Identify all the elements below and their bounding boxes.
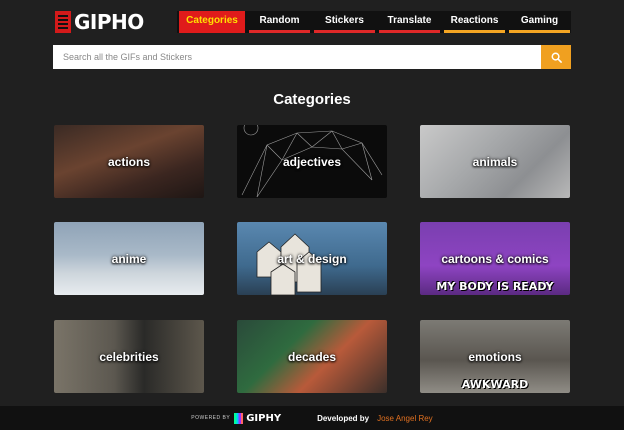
developer-link[interactable]: Jose Angel Rey [377,414,433,423]
search-bar [53,45,571,69]
category-card-decades[interactable]: decades [237,320,387,393]
category-label: adjectives [282,154,342,169]
nav-tabs: Categories Random Stickers Translate Rea… [177,11,571,33]
category-label: animals [472,154,518,169]
category-label: cartoons & comics [441,251,549,266]
footer: POWERED BY GIPHY Developed by Jose Angel… [0,406,624,430]
category-label: emotions [468,349,522,364]
category-label: anime [111,251,147,266]
search-button[interactable] [541,45,571,69]
giphy-brand: GIPHY [246,412,282,424]
search-icon [551,52,562,63]
category-label: art & design [277,251,347,266]
tab-stickers[interactable]: Stickers [314,11,375,33]
category-label: decades [287,349,337,364]
header: GIPHO Categories Random Stickers Transla… [0,0,624,44]
category-card-celebrities[interactable]: celebrities [54,320,204,393]
category-card-anime[interactable]: anime [54,222,204,295]
category-label: celebrities [99,349,159,364]
search-input[interactable] [53,45,541,69]
category-card-adjectives[interactable]: adjectives [237,125,387,198]
logo-icon [55,11,71,33]
powered-by-giphy[interactable]: POWERED BY GIPHY [191,412,282,424]
category-label: actions [107,154,150,169]
developed-by-label: Developed by [317,413,370,423]
gif-caption: AWKWARD [461,378,529,391]
tab-translate[interactable]: Translate [379,11,440,33]
category-card-art-design[interactable]: art & design [237,222,387,295]
page-title: Categories [273,91,351,108]
logo[interactable]: GIPHO [55,10,144,34]
giphy-logo-icon [234,412,244,424]
powered-by-label: POWERED BY [191,415,231,421]
category-card-cartoons-comics[interactable]: cartoons & comics MY BODY IS READY [420,222,570,295]
tab-random[interactable]: Random [249,11,310,33]
logo-text: GIPHO [74,10,144,34]
category-card-animals[interactable]: animals [420,125,570,198]
tab-reactions[interactable]: Reactions [444,11,505,33]
tab-gaming[interactable]: Gaming [509,11,570,33]
category-card-actions[interactable]: actions [54,125,204,198]
gif-caption: MY BODY IS READY [436,280,554,293]
tab-categories[interactable]: Categories [179,11,245,33]
category-card-emotions[interactable]: emotions AWKWARD [420,320,570,393]
